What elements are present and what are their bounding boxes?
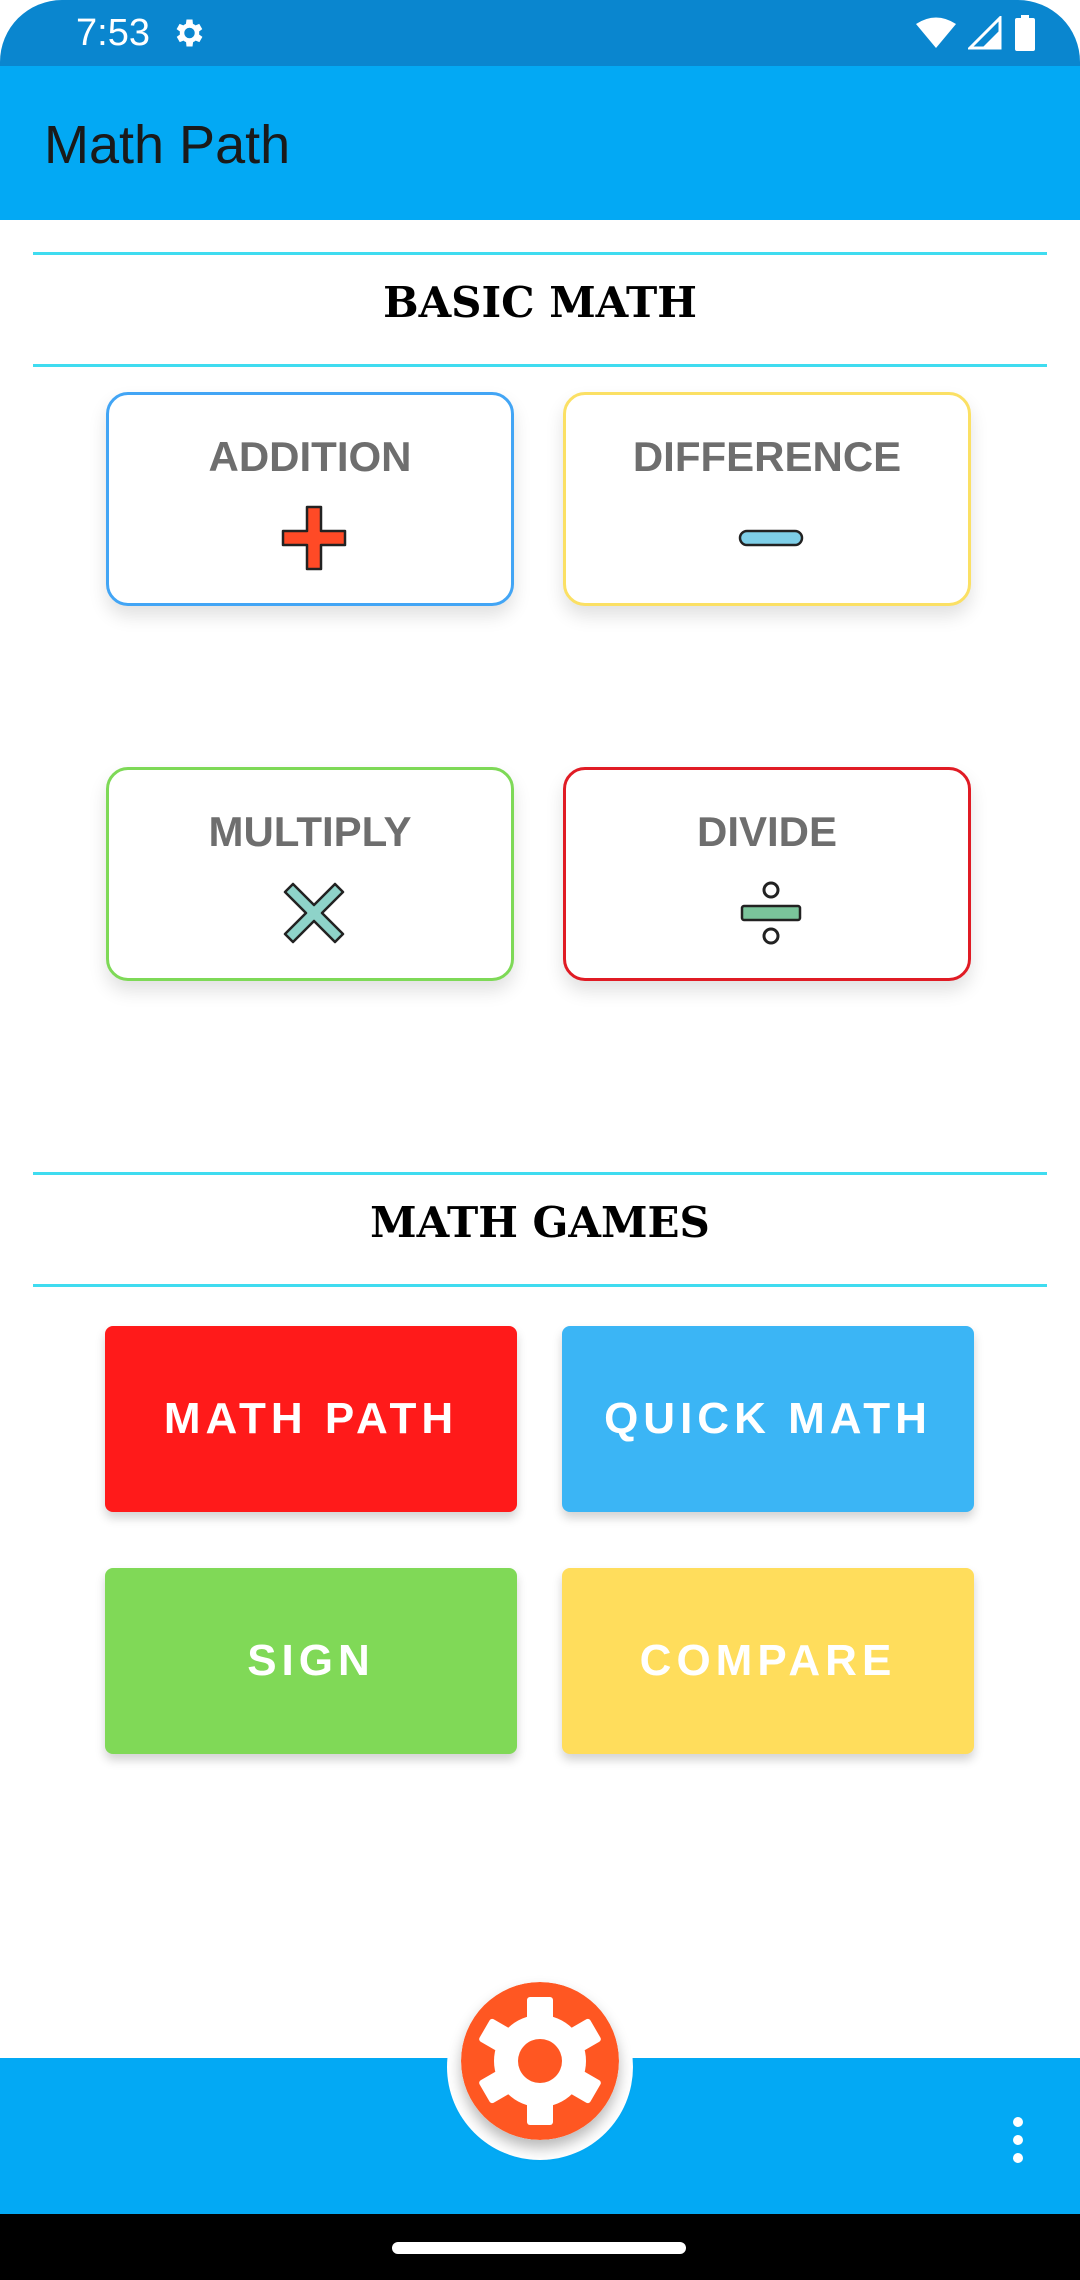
- section-title-basic-math: BASIC MATH: [383, 278, 697, 327]
- status-bar: 7:53: [0, 0, 1080, 66]
- settings-status-icon: [176, 19, 203, 47]
- sign-button[interactable]: SIGN: [105, 1568, 517, 1754]
- multiply-card[interactable]: MULTIPLY: [106, 767, 514, 981]
- difference-label: DIFFERENCE: [632, 433, 902, 480]
- difference-card[interactable]: DIFFERENCE: [563, 392, 971, 606]
- divide-card[interactable]: DIVIDE: [563, 767, 971, 981]
- minus-icon: [738, 529, 804, 547]
- app-bar: Math Path: [0, 66, 1080, 220]
- addition-card[interactable]: ADDITION: [106, 392, 514, 606]
- section-divider-top: [33, 1172, 1047, 1175]
- section-divider-top: [33, 252, 1047, 255]
- section-divider-bottom: [33, 1284, 1047, 1287]
- signal-icon: [968, 16, 1002, 50]
- status-icons: [916, 14, 1036, 52]
- status-time: 7:53: [76, 12, 150, 54]
- math-path-button[interactable]: MATH PATH: [105, 1326, 517, 1512]
- multiply-label: MULTIPLY: [208, 808, 412, 855]
- multiply-icon: [283, 882, 345, 944]
- compare-button[interactable]: COMPARE: [562, 1568, 974, 1754]
- section-divider-bottom: [33, 364, 1047, 367]
- battery-icon: [1015, 15, 1035, 51]
- app-title: Math Path: [44, 115, 291, 175]
- addition-label: ADDITION: [208, 433, 412, 480]
- divide-label: DIVIDE: [696, 808, 838, 855]
- settings-fab[interactable]: [461, 1982, 619, 2140]
- quick-math-button[interactable]: QUICK MATH: [562, 1326, 974, 1512]
- section-title-math-games: MATH GAMES: [370, 1198, 710, 1247]
- wifi-icon: [916, 17, 956, 48]
- plus-icon: [281, 505, 347, 571]
- more-vert-icon[interactable]: [1000, 2116, 1036, 2164]
- home-gesture-handle[interactable]: [392, 2242, 686, 2254]
- divide-icon: [740, 881, 802, 945]
